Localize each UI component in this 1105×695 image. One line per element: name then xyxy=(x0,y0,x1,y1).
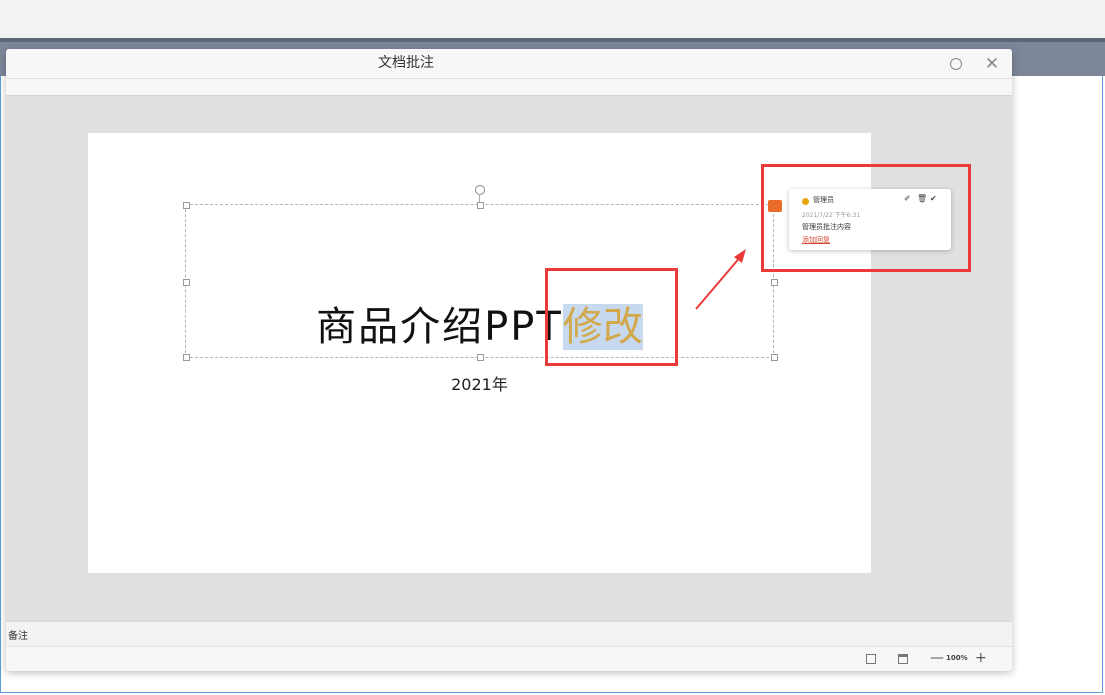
zoom-in-button[interactable]: + xyxy=(975,650,987,666)
notes-pane[interactable]: 备注 xyxy=(6,621,1012,646)
annotation-box-edited-text xyxy=(545,268,678,366)
notes-label: 备注 xyxy=(8,631,28,642)
restore-button[interactable] xyxy=(946,54,966,74)
resize-handle[interactable] xyxy=(183,202,190,209)
zoom-level[interactable]: 100% xyxy=(946,654,968,662)
slide-canvas[interactable]: 商品介绍PPT修改 2021年 xyxy=(88,133,871,573)
annotation-box-comment xyxy=(761,164,971,272)
resize-handle[interactable] xyxy=(771,279,778,286)
restore-icon xyxy=(950,58,962,70)
dialog-title-bar[interactable]: 文档批注 ✕ xyxy=(6,49,1012,79)
dialog-title: 文档批注 xyxy=(378,55,434,71)
dialog-toolbar xyxy=(6,79,1012,96)
fit-page-icon[interactable] xyxy=(866,654,876,664)
resize-handle[interactable] xyxy=(477,202,484,209)
resize-handle[interactable] xyxy=(771,354,778,361)
zoom-out-button[interactable]: — xyxy=(930,650,944,666)
annotation-arrow xyxy=(695,249,746,310)
slide-view-icon[interactable] xyxy=(898,654,908,664)
resize-handle[interactable] xyxy=(183,354,190,361)
close-button[interactable]: ✕ xyxy=(982,54,1002,74)
background-app-bar-edge xyxy=(0,38,1105,42)
rotate-handle-icon[interactable] xyxy=(475,185,485,195)
resize-handle[interactable] xyxy=(477,354,484,361)
slide-subtitle[interactable]: 2021年 xyxy=(88,371,871,395)
resize-handle[interactable] xyxy=(183,279,190,286)
slide-title[interactable]: 商品介绍PPT修改 xyxy=(88,303,871,351)
status-bar: — 100% + xyxy=(6,646,1012,671)
document-annotation-dialog: 文档批注 ✕ 商品介绍PPT修改 2021年 备注 — 100% + xyxy=(6,49,1012,671)
slide-title-text: 商品介绍PPT xyxy=(316,304,563,350)
browser-top-strip xyxy=(0,0,1105,38)
